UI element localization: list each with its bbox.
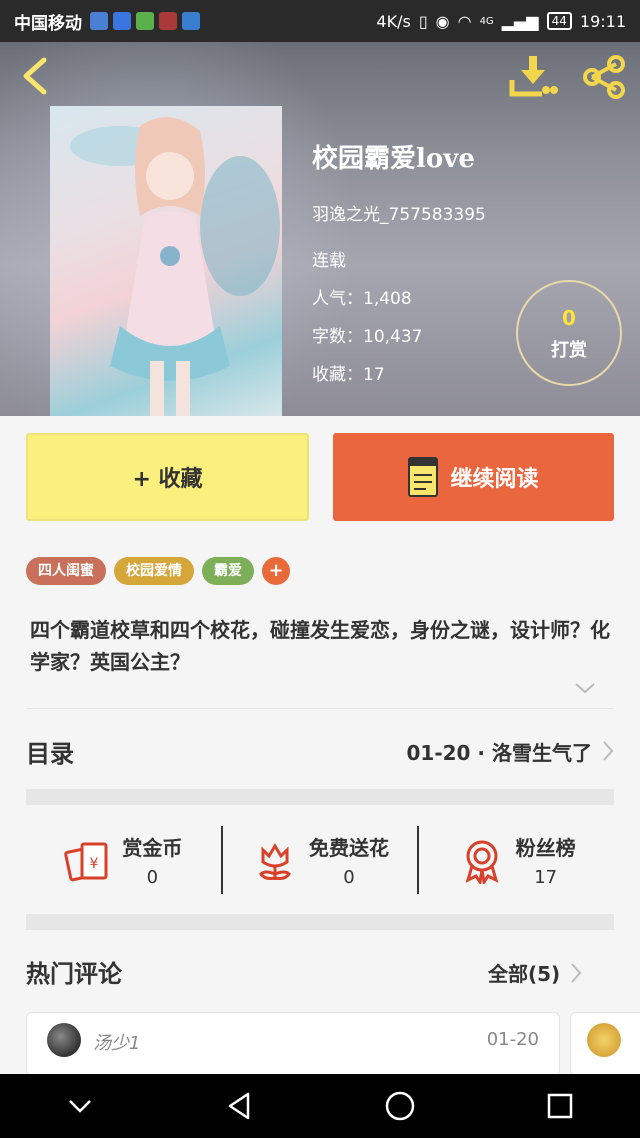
avatar[interactable] bbox=[587, 1023, 621, 1057]
book-popularity: 人气：1,408 bbox=[312, 289, 412, 309]
fan-ranking-stat[interactable]: 粉丝榜 17 bbox=[419, 822, 614, 898]
stat-value: 0 bbox=[343, 867, 355, 888]
network-type: 4G bbox=[479, 15, 494, 27]
baidu-icon bbox=[113, 12, 131, 30]
svg-text:¥: ¥ bbox=[90, 856, 99, 872]
tag-item[interactable]: 霸爱 bbox=[202, 557, 254, 585]
reward-stats: ¥ 赏金币 0 免费送花 0 粉丝榜 17 bbox=[26, 822, 614, 898]
download-icon[interactable] bbox=[508, 54, 558, 100]
stat-value: 0 bbox=[146, 867, 159, 888]
comment-card[interactable]: 汤少1 01-20 bbox=[26, 1012, 560, 1076]
book-description: 四个霸道校草和四个校花，碰撞发生爱恋，身份之谜，设计师？化学家？英国公主？ bbox=[30, 618, 610, 674]
flower-icon bbox=[259, 843, 291, 880]
network-speed: 4K/s bbox=[376, 11, 411, 31]
tip-button[interactable]: 0 打赏 bbox=[516, 280, 622, 386]
signal-icon: ▂▄▆ bbox=[501, 11, 539, 31]
recent-apps-icon[interactable] bbox=[540, 1086, 580, 1126]
comment-card[interactable] bbox=[570, 1012, 640, 1076]
red-envelope-icon: ¥ bbox=[64, 842, 108, 882]
section-separator bbox=[26, 914, 614, 930]
book-word-count: 字数：10,437 bbox=[312, 327, 423, 347]
stat-value: 17 bbox=[534, 867, 558, 888]
hot-comments-title: 热门评论 bbox=[26, 960, 122, 988]
continue-reading-label: 继续阅读 bbox=[450, 467, 539, 492]
section-separator bbox=[26, 789, 614, 805]
stat-label: 赏金币 bbox=[122, 836, 183, 860]
comment-username: 汤少1 bbox=[93, 1033, 141, 1054]
app-notification-icon bbox=[136, 12, 154, 30]
stat-label: 粉丝榜 bbox=[515, 836, 576, 860]
book-cover[interactable] bbox=[50, 106, 282, 416]
app-notification-icon bbox=[90, 12, 108, 30]
book-status: 连载 bbox=[312, 251, 346, 271]
continue-reading-button[interactable]: 继续阅读 bbox=[333, 433, 614, 521]
status-time: 19:11 bbox=[579, 11, 626, 31]
book-header: 校园霸爱love 羽逸之光_757583395 连载 人气：1,408 字数：1… bbox=[0, 42, 640, 416]
system-navigation-bar bbox=[0, 1074, 640, 1138]
book-title: 校园霸爱love bbox=[312, 144, 475, 174]
back-icon[interactable] bbox=[16, 56, 56, 96]
divider bbox=[26, 708, 614, 709]
avatar[interactable] bbox=[47, 1023, 81, 1057]
table-of-contents-row[interactable]: 目录 01-20 · 洛雪生气了 bbox=[26, 722, 614, 780]
cover-illustration bbox=[70, 117, 280, 416]
home-icon[interactable] bbox=[380, 1086, 420, 1126]
status-bar: 中国移动 4K/s ▯ ◉ ◠ 4G ▂▄▆ 44 19:11 bbox=[0, 0, 640, 42]
hide-keyboard-icon[interactable] bbox=[60, 1086, 100, 1126]
add-tag-button[interactable]: + bbox=[262, 557, 290, 585]
collect-button[interactable]: + 收藏 bbox=[26, 433, 309, 521]
back-nav-icon[interactable] bbox=[220, 1086, 260, 1126]
book-author[interactable]: 羽逸之光_757583395 bbox=[312, 200, 486, 225]
stat-label: 免费送花 bbox=[309, 836, 389, 860]
app-notification-icon bbox=[182, 12, 200, 30]
latest-chapter: 01-20 · 洛雪生气了 bbox=[406, 740, 593, 765]
eye-icon: ◉ bbox=[435, 11, 450, 31]
collect-label: + 收藏 bbox=[132, 467, 203, 492]
all-comments-link[interactable]: 全部(5) bbox=[488, 958, 582, 987]
comment-date: 01-20 bbox=[486, 1029, 539, 1050]
chevron-right-icon bbox=[571, 962, 582, 983]
chevron-right-icon bbox=[603, 741, 614, 761]
send-flowers-stat[interactable]: 免费送花 0 bbox=[223, 822, 418, 898]
medal-icon bbox=[465, 840, 499, 884]
tip-count: 0 bbox=[562, 306, 576, 330]
book-icon bbox=[408, 457, 439, 497]
toc-title: 目录 bbox=[26, 739, 74, 768]
reward-coins-stat[interactable]: ¥ 赏金币 0 bbox=[26, 822, 221, 898]
share-icon[interactable] bbox=[580, 54, 628, 100]
app-notification-icon bbox=[159, 12, 177, 30]
chevron-down-icon[interactable] bbox=[574, 680, 596, 696]
tag-item[interactable]: 四人闺蜜 bbox=[26, 557, 106, 585]
book-favorites: 收藏：17 bbox=[312, 365, 385, 385]
vibrate-icon: ▯ bbox=[418, 11, 428, 31]
wifi-icon: ◠ bbox=[457, 11, 472, 31]
tip-label: 打赏 bbox=[551, 340, 587, 361]
battery-level: 44 bbox=[546, 12, 572, 30]
all-comments-label: 全部(5) bbox=[488, 962, 561, 986]
tag-item[interactable]: 校园爱情 bbox=[114, 557, 194, 585]
carrier-name: 中国移动 bbox=[14, 13, 82, 34]
tag-list: 四人闺蜜 校园爱情 霸爱 + bbox=[26, 557, 290, 585]
